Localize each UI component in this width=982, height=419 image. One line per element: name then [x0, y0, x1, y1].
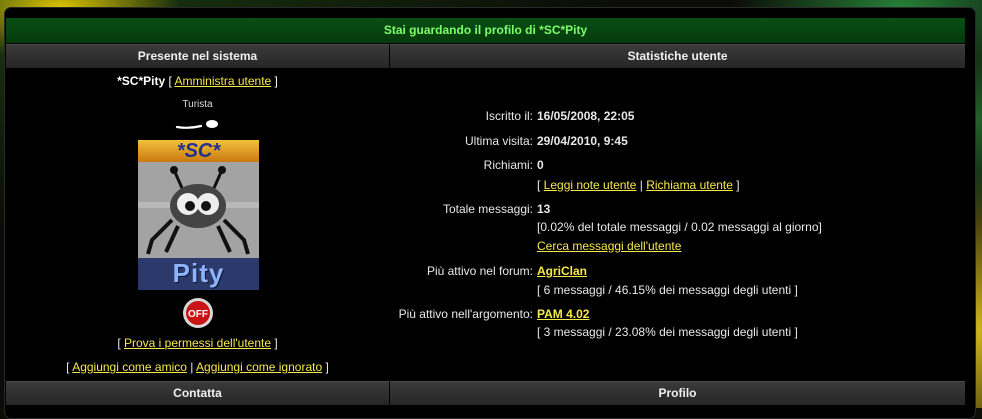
friend-ignore-line: [ Aggiungi come amico | Aggiungi come ig…	[66, 360, 329, 374]
header-profile-label: Profilo	[658, 386, 697, 400]
header-contact: Contatta	[6, 381, 389, 405]
user-avatar: *SC* Pity	[138, 140, 259, 290]
test-permissions-link[interactable]: Prova i permessi dell'utente	[124, 336, 271, 350]
joined-label: Iscritto il:	[485, 109, 533, 123]
posts-detail: [0.02% del totale messaggi / 0.02 messag…	[537, 220, 822, 234]
stats-column: Iscritto il: 16/05/2008, 22:05 Ultima vi…	[390, 68, 965, 379]
active-topic-label: Più attivo nell'argomento:	[398, 307, 533, 321]
header-presence-label: Presente nel sistema	[137, 49, 258, 63]
username: *SC*Pity	[117, 74, 166, 88]
profile-title-bar: Stai guardando il profilo di *SC*Pity	[6, 18, 965, 43]
active-topic-detail: [ 3 messaggi / 23.08% dei messaggi degli…	[537, 325, 798, 339]
posts-value: 13	[537, 202, 551, 216]
active-forum-label: Più attivo nel forum:	[426, 264, 533, 278]
search-posts-link[interactable]: Cerca messaggi dell'utente	[537, 239, 681, 253]
profile-title: Stai guardando il profilo di *SC*Pity	[383, 23, 588, 37]
ant-mascot-icon	[138, 162, 259, 258]
warnings-label: Richiami:	[483, 158, 533, 172]
header-profile: Profilo	[390, 381, 965, 405]
svg-text:OFF: OFF	[188, 309, 208, 320]
username-line: *SC*Pity [ Amministra utente ]	[117, 74, 278, 88]
rank-image-icon	[175, 120, 218, 129]
avatar-bottom-text: Pity	[172, 258, 225, 288]
user-rank: Turista	[182, 99, 213, 110]
active-topic-link[interactable]: PAM 4.02	[537, 307, 589, 321]
header-user-stats-label: Statistiche utente	[627, 49, 728, 63]
last-visit-value: 29/04/2010, 9:45	[537, 134, 628, 148]
active-forum-detail: [ 6 messaggi / 46.15% dei messaggi degli…	[537, 283, 798, 297]
header-user-stats: Statistiche utente	[390, 44, 965, 68]
posts-label: Totale messaggi:	[442, 202, 533, 216]
add-friend-link[interactable]: Aggiungi come amico	[72, 360, 187, 374]
last-visit-label: Ultima visita:	[464, 134, 533, 148]
joined-value: 16/05/2008, 22:05	[537, 109, 635, 123]
avatar-top-text: *SC*	[138, 140, 259, 162]
warnings-value: 0	[537, 158, 544, 172]
offline-status-icon: OFF	[183, 298, 213, 328]
add-ignore-link[interactable]: Aggiungi come ignorato	[196, 360, 322, 374]
admin-user-link[interactable]: Amministra utente	[175, 74, 272, 88]
active-forum-link[interactable]: AgriClan	[537, 264, 587, 278]
read-notes-link[interactable]: Leggi note utente	[544, 178, 637, 192]
presence-column: *SC*Pity [ Amministra utente ] Turista *…	[6, 68, 389, 379]
warn-user-link[interactable]: Richiama utente	[646, 178, 733, 192]
warnings-actions: [ Leggi note utente | Richiama utente ]	[537, 178, 740, 192]
header-contact-label: Contatta	[173, 386, 222, 400]
permissions-line: [ Prova i permessi dell'utente ]	[117, 336, 278, 350]
header-presence: Presente nel sistema	[6, 44, 389, 68]
